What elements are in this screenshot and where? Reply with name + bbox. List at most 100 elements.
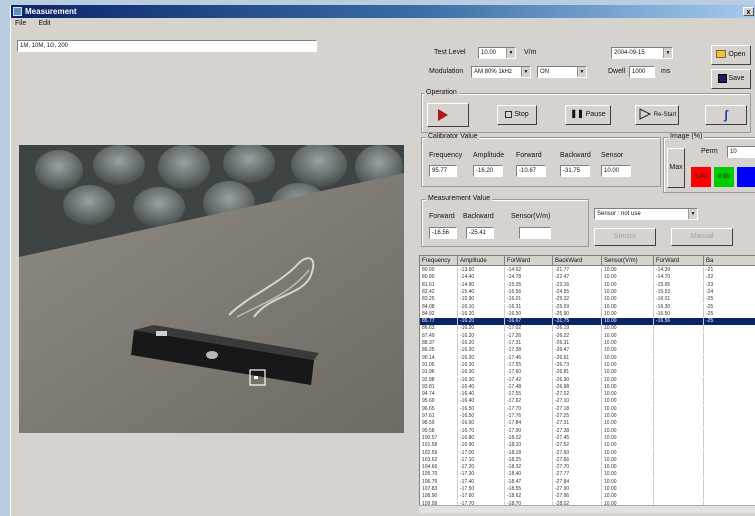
table-row[interactable]: 87.49 -16.20 -17.26 -26.22 10.00 [420, 332, 755, 340]
table-cell: 80.00 [420, 267, 458, 274]
meas-backward-field[interactable]: -25.41 [466, 227, 494, 239]
title-bar[interactable]: Measurement x [11, 5, 755, 18]
restart-button[interactable]: Re-Start [635, 105, 679, 125]
table-cell: -18.25 [505, 456, 553, 464]
column-header[interactable]: Frequency [420, 256, 458, 266]
menu-edit[interactable]: Edit [39, 18, 51, 29]
column-header[interactable]: ForWard [654, 256, 704, 266]
table-cell: 93.81 [420, 383, 458, 391]
close-button[interactable]: x [743, 7, 754, 16]
table-cell: 10.00 [602, 325, 654, 333]
table-row[interactable]: 103.62 -17.10 -18.25 -27.66 10.00 [420, 456, 755, 464]
table-row[interactable]: 99.58 -16.70 -17.90 -27.38 10.00 [420, 427, 755, 435]
path-field[interactable]: 1M, 10M, 1G, 200 [17, 40, 317, 52]
column-header[interactable]: BackWard [553, 256, 602, 266]
table-row[interactable]: 88.37 -16.20 -17.31 -26.31 10.00 [420, 340, 755, 347]
table-row[interactable]: 101.58 -16.90 -18.10 -27.52 10.00 [420, 442, 755, 450]
dwell-input[interactable]: 1000 [629, 66, 655, 78]
table-row[interactable]: 98.59 -16.60 -17.84 -27.31 10.00 [420, 420, 755, 428]
table-cell [654, 456, 704, 464]
table-row[interactable]: 92.88 -16.30 -17.42 -26.90 10.00 [420, 376, 755, 384]
cal-frequency-field[interactable]: 95.77 [429, 165, 457, 177]
restart-label: Re-Start [653, 112, 677, 118]
column-header[interactable]: ForWard [505, 256, 553, 266]
table-row[interactable]: 104.66 -17.20 -18.32 -27.70 10.00 [420, 464, 755, 472]
table-row[interactable]: 84.08 -16.10 -16.31 -25.69 10.00 -16.30 -25 [420, 303, 755, 311]
table-row[interactable]: 86.63 -16.20 -17.02 -26.19 10.00 [420, 325, 755, 333]
table-cell: 82.42 [420, 288, 458, 296]
table-cell: -17.26 [505, 332, 553, 340]
save-button[interactable]: Save [711, 69, 751, 89]
table-row[interactable]: 105.70 -17.30 -18.40 -27.77 10.00 [420, 471, 755, 479]
cal-amplitude-field[interactable]: -16.20 [473, 165, 503, 177]
test-level-select[interactable]: 10.00 ▼ [478, 47, 516, 59]
sensor-select[interactable]: Sensor : not use ▼ [594, 208, 698, 220]
table-row[interactable]: 100.57 -16.80 -18.02 -27.45 10.00 [420, 434, 755, 442]
horizontal-scrollbar[interactable] [419, 505, 755, 513]
table-cell: 105.70 [420, 471, 458, 479]
cal-forward-field[interactable]: -10.67 [516, 165, 546, 177]
start-button[interactable] [427, 103, 469, 127]
table-cell: -18.32 [505, 464, 553, 472]
table-row[interactable]: 94.74 -16.40 -17.55 -27.02 10.00 [420, 391, 755, 399]
table-row[interactable]: 89.25 -16.20 -17.38 -26.47 10.00 [420, 347, 755, 355]
sensor-button[interactable]: Sensor [594, 228, 656, 246]
table-row[interactable]: 106.76 -17.40 -18.47 -27.84 10.00 [420, 478, 755, 486]
table-row[interactable]: 97.61 -16.50 -17.76 -27.25 10.00 [420, 413, 755, 420]
chevron-down-icon: ▼ [688, 209, 697, 219]
table-row[interactable]: 93.81 -16.40 -17.48 -26.98 10.00 [420, 383, 755, 391]
max-button[interactable]: Max [667, 148, 685, 188]
stop-button[interactable]: Stop [497, 105, 537, 125]
table-cell [704, 457, 755, 464]
table-cell [654, 449, 704, 457]
table-row[interactable]: 81.61 -14.90 -15.05 -23.16 10.00 -15.05 -23 [420, 281, 755, 289]
meas-sensor-field[interactable] [519, 227, 551, 239]
meas-sensor-label: Sensor(V/m) [511, 213, 551, 220]
table-cell: -27.96 [553, 493, 602, 501]
date-select[interactable]: 2004-09-15 ▼ [611, 47, 673, 59]
table-row[interactable]: 95.69 -16.40 -17.62 -27.10 10.00 [420, 398, 755, 406]
perm-field[interactable]: 10 [727, 146, 755, 158]
table-row[interactable]: 84.92 -16.20 -16.50 -25.90 10.00 -16.50 -25 [420, 310, 755, 318]
table-row[interactable]: 80.00 -13.60 -14.62 -21.77 10.00 -14.39 -21 [420, 267, 755, 274]
open-button[interactable]: Open [711, 45, 751, 65]
table-cell [654, 325, 704, 333]
table-cell: -24.55 [553, 288, 602, 296]
table-row[interactable]: 83.25 -15.90 -16.01 -25.32 10.00 -16.01 -25 [420, 296, 755, 304]
table-cell: 86.63 [420, 325, 458, 333]
table-cell: 10.00 [602, 442, 654, 450]
modulation-state-select[interactable]: ON ▼ [537, 66, 587, 78]
table-row[interactable]: 107.83 -17.50 -18.55 -27.90 10.00 [420, 486, 755, 493]
table-cell: -25 [704, 304, 755, 311]
table-row[interactable]: 108.90 -17.60 -18.62 -27.96 10.00 [420, 493, 755, 501]
cal-backward-field[interactable]: -31.75 [560, 165, 590, 177]
cal-sensor-field[interactable]: 10.00 [601, 165, 631, 177]
table-cell: -17.42 [505, 376, 553, 384]
table-row[interactable]: 102.59 -17.00 -18.18 -27.60 10.00 [420, 449, 755, 457]
results-table[interactable]: Frequency Amplitude ForWard BackWard Sensor(… [419, 255, 755, 513]
table-cell: -16.30 [654, 303, 704, 311]
table-cell: -16.20 [458, 318, 505, 326]
table-row[interactable]: 82.42 -15.40 -15.56 -24.55 10.00 -15.53 -24 [420, 288, 755, 296]
meas-forward-field[interactable]: -16.56 [429, 227, 457, 239]
table-cell: -27.10 [553, 398, 602, 406]
pause-button[interactable]: ❚❚ Pause [565, 105, 611, 125]
table-row[interactable]: 91.96 -16.30 -17.60 -26.81 10.00 [420, 369, 755, 377]
table-cell: -14.39 [654, 267, 704, 274]
modulation-select[interactable]: AM 80% 1kHz ▼ [471, 66, 531, 78]
column-header[interactable]: Amplitude [458, 256, 505, 266]
table-row[interactable]: 91.05 -16.30 -17.55 -26.73 10.00 [420, 361, 755, 369]
column-header[interactable]: Sensor(V/m) [602, 256, 654, 266]
table-row[interactable]: 90.14 -16.20 -17.46 -26.61 10.00 [420, 354, 755, 362]
menu-file[interactable]: File [15, 18, 26, 29]
restart-play-icon [639, 108, 651, 120]
column-header[interactable]: Ba [704, 256, 755, 266]
table-row[interactable]: 85.77 -16.20 -16.67 -31.75 10.00 -16.56 -25 [420, 318, 755, 326]
manual-button[interactable]: Manual [671, 228, 733, 246]
table-row[interactable]: 96.65 -16.50 -17.70 -27.18 10.00 [420, 405, 755, 413]
table-cell: -15.53 [654, 288, 704, 296]
exit-button[interactable]: ʃ [705, 105, 747, 125]
table-cell: -17.48 [505, 383, 553, 391]
table-row[interactable]: 80.80 -14.40 -14.78 -22.47 10.00 -14.70 -22 [420, 274, 755, 282]
table-cell: 101.58 [420, 442, 458, 450]
